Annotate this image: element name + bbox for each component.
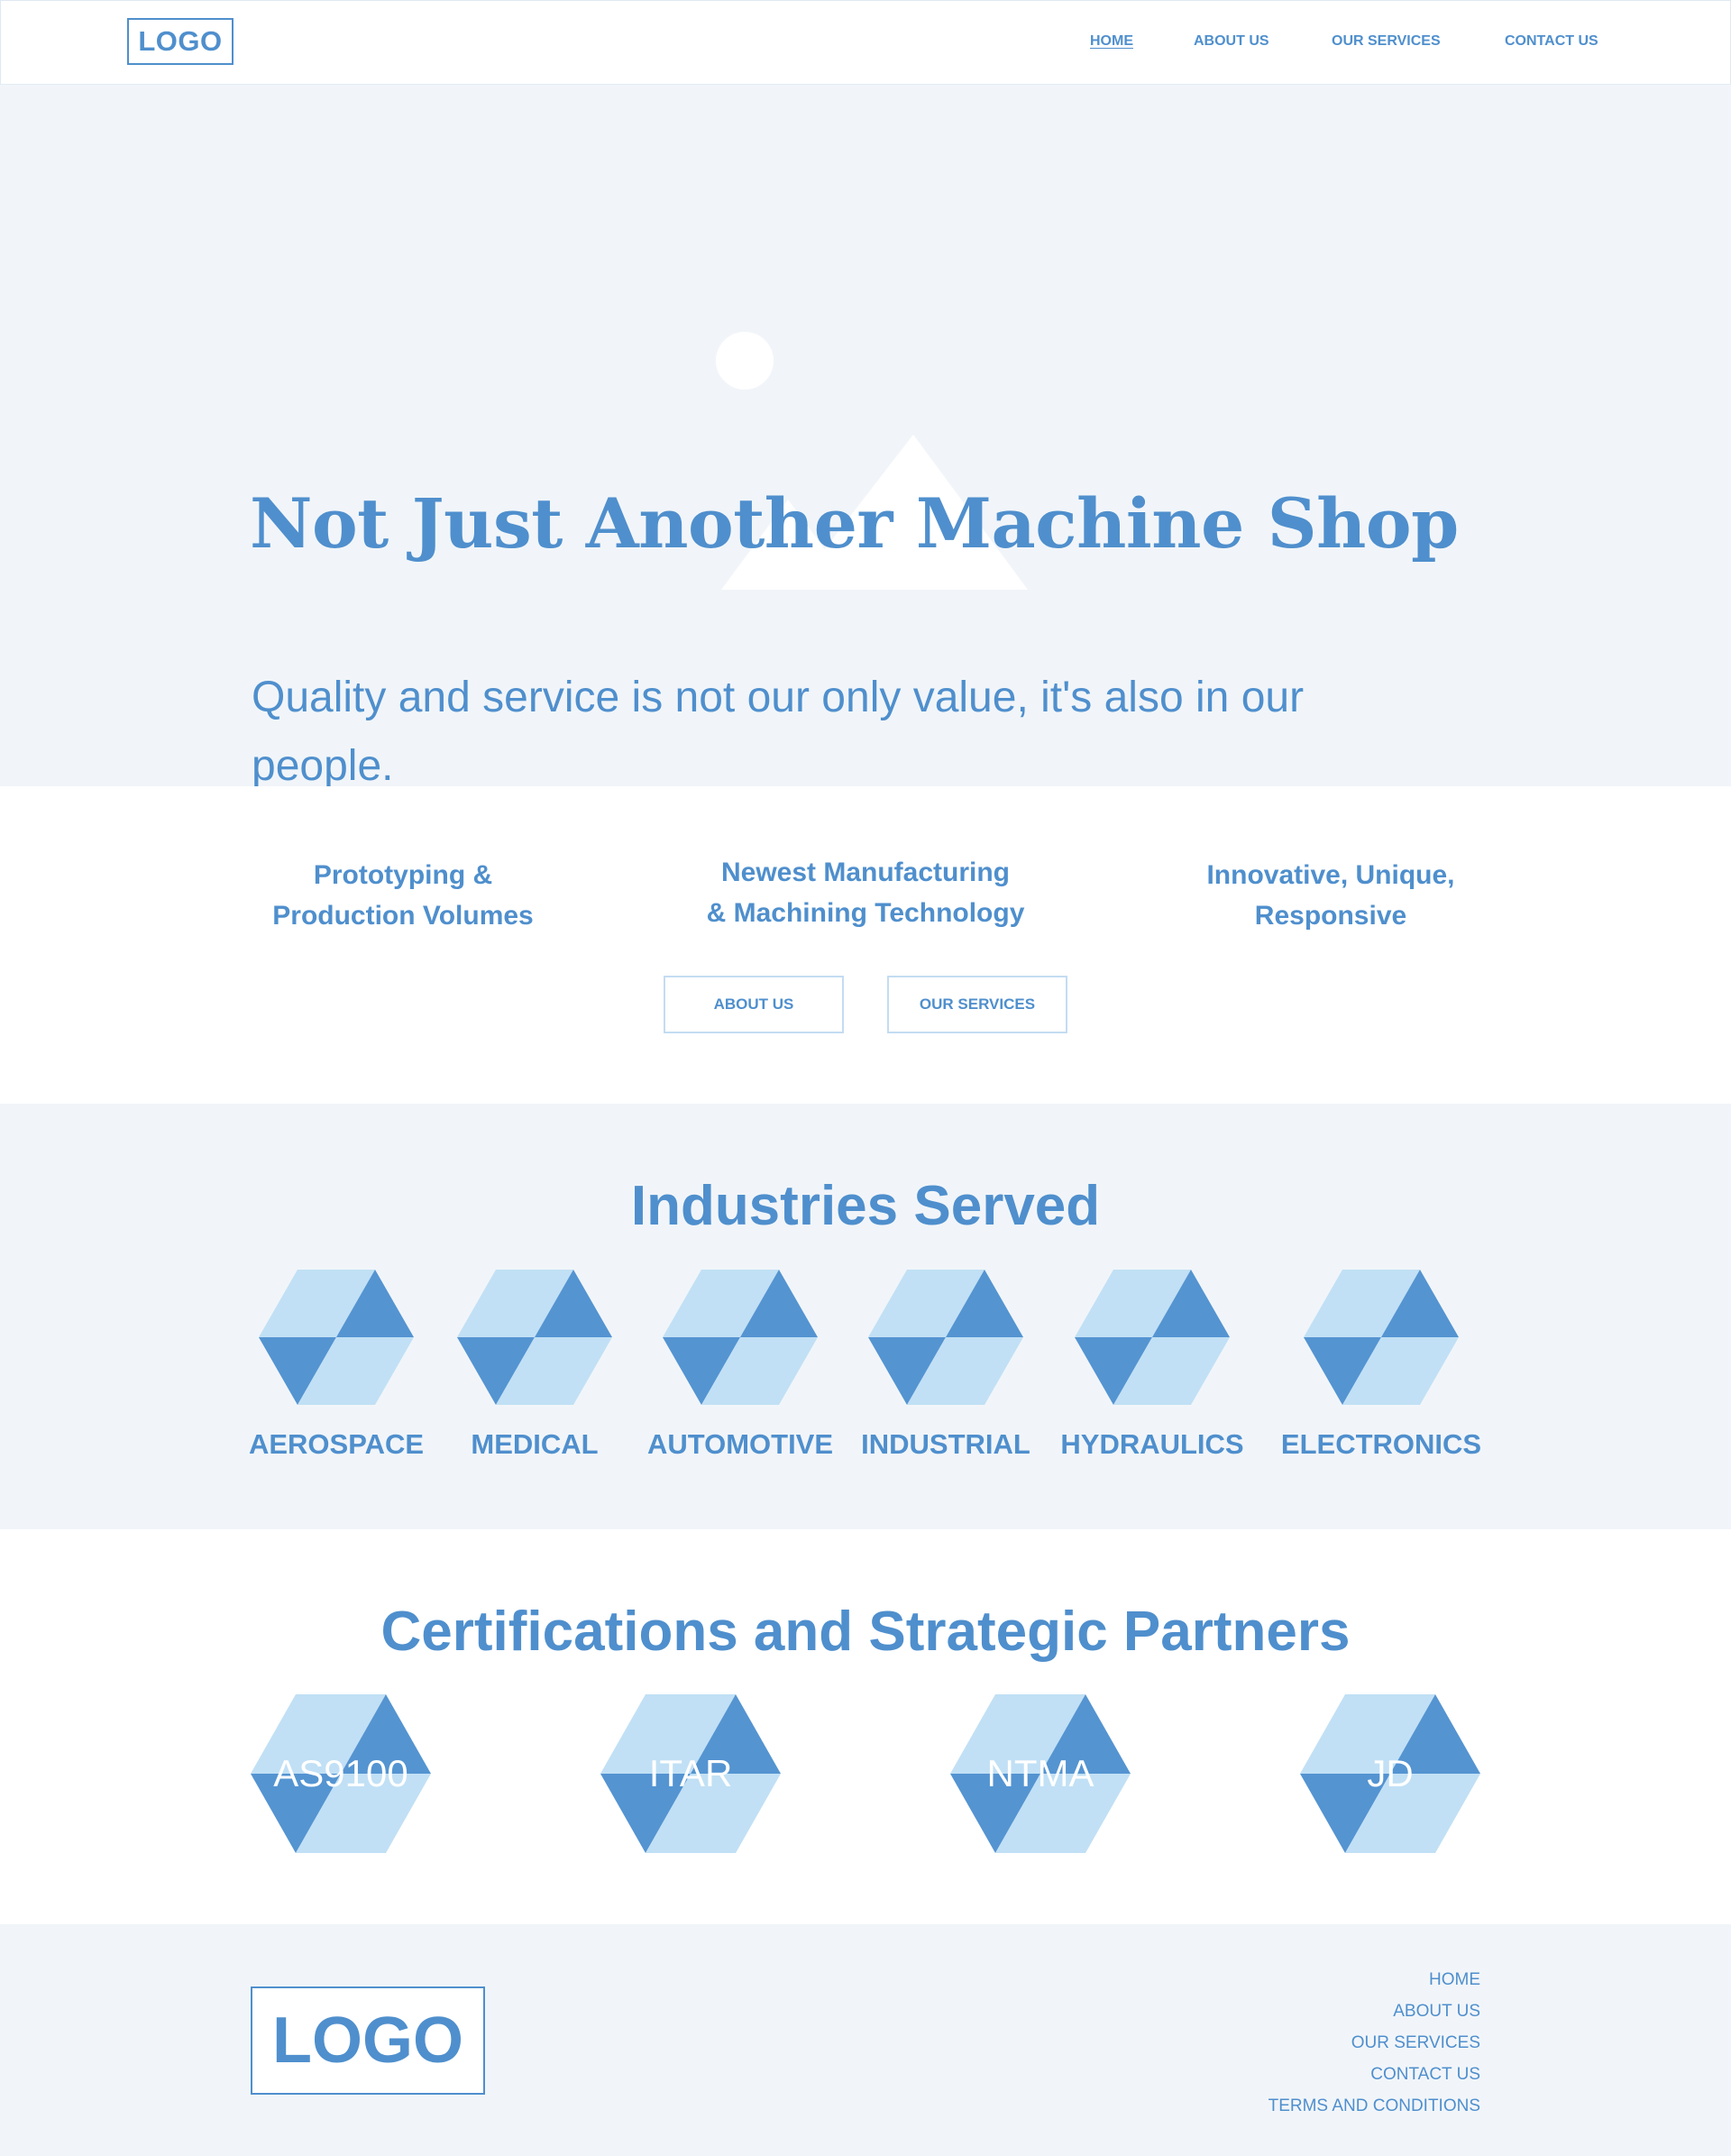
- industries-title: Industries Served: [630, 1175, 1101, 1237]
- certifications-section: Certifications and Strategic Partners AS…: [0, 1529, 1731, 1924]
- nav-contact-us[interactable]: CONTACT US: [1505, 33, 1598, 50]
- industry-label: AUTOMOTIVE: [646, 1428, 834, 1460]
- hexagon-cube-icon: [457, 1270, 612, 1405]
- site-header: LOGO HOME ABOUT US OUR SERVICES CONTACT …: [0, 0, 1731, 85]
- hexagon-cube-icon: [1075, 1270, 1230, 1405]
- feature-line: Responsive: [1254, 901, 1407, 931]
- hexagon-cube-icon: [868, 1270, 1023, 1405]
- hexagon-cube-icon: [663, 1270, 818, 1405]
- footer-link-about-us[interactable]: ABOUT US: [1268, 1995, 1480, 2027]
- nav-our-services[interactable]: OUR SERVICES: [1332, 33, 1441, 50]
- industry-label: AEROSPACE: [248, 1428, 425, 1460]
- about-us-button[interactable]: ABOUT US: [664, 976, 844, 1033]
- features-section: Prototyping & Production Volumes Newest …: [0, 786, 1731, 1104]
- certification-itar: ITAR: [600, 1694, 781, 1853]
- certification-label: ITAR: [648, 1752, 733, 1794]
- footer-link-contact-us[interactable]: CONTACT US: [1268, 2059, 1480, 2090]
- footer-link-terms[interactable]: TERMS AND CONDITIONS: [1268, 2090, 1480, 2122]
- certification-label: NTMA: [986, 1752, 1094, 1794]
- image-placeholder-icon: [716, 332, 1028, 590]
- industry-label: INDUSTRIAL: [861, 1428, 1030, 1460]
- feature-line: Prototyping &: [313, 860, 493, 890]
- hexagon-cube-icon: [1304, 1270, 1459, 1405]
- industries-section: Industries Served AEROSPACE MEDICAL AUTO…: [0, 1104, 1731, 1529]
- certifications-title: Certifications and Strategic Partners: [380, 1601, 1351, 1663]
- footer-link-home[interactable]: HOME: [1268, 1964, 1480, 1995]
- nav-home[interactable]: HOME: [1090, 33, 1133, 50]
- feature-innovative: Innovative, Unique, Responsive: [1141, 855, 1520, 936]
- header-logo[interactable]: LOGO: [127, 18, 234, 65]
- hexagon-cube-icon: [259, 1270, 414, 1405]
- hero-subtitle: Quality and service is not our only valu…: [252, 674, 1305, 786]
- feature-technology: Newest Manufacturing & Machining Technol…: [676, 852, 1055, 933]
- industry-label: ELECTRONICS: [1280, 1428, 1482, 1460]
- feature-prototyping: Prototyping & Production Volumes: [214, 855, 592, 936]
- footer-logo[interactable]: LOGO: [251, 1986, 485, 2095]
- feature-line: Innovative, Unique,: [1206, 860, 1455, 890]
- certification-as9100: AS9100: [251, 1694, 431, 1853]
- certification-label: AS9100: [273, 1752, 408, 1794]
- certification-jd: JD: [1300, 1694, 1480, 1853]
- feature-line: Production Volumes: [272, 901, 534, 931]
- hero-section: Not Just Another Machine Shop Quality an…: [0, 85, 1731, 786]
- feature-line: Newest Manufacturing: [720, 858, 1011, 887]
- certification-label: JD: [1367, 1752, 1414, 1794]
- feature-line: & Machining Technology: [706, 898, 1025, 928]
- footer-nav: HOME ABOUT US OUR SERVICES CONTACT US TE…: [1268, 1964, 1480, 2122]
- industry-label: HYDRAULICS: [1060, 1428, 1244, 1460]
- industry-label: MEDICAL: [471, 1428, 599, 1460]
- footer-link-our-services[interactable]: OUR SERVICES: [1268, 2027, 1480, 2059]
- hero-title: Not Just Another Machine Shop: [250, 483, 1459, 564]
- nav-about-us[interactable]: ABOUT US: [1194, 33, 1269, 50]
- our-services-button[interactable]: OUR SERVICES: [887, 976, 1067, 1033]
- certification-ntma: NTMA: [950, 1694, 1131, 1853]
- site-footer: LOGO HOME ABOUT US OUR SERVICES CONTACT …: [0, 1924, 1731, 2156]
